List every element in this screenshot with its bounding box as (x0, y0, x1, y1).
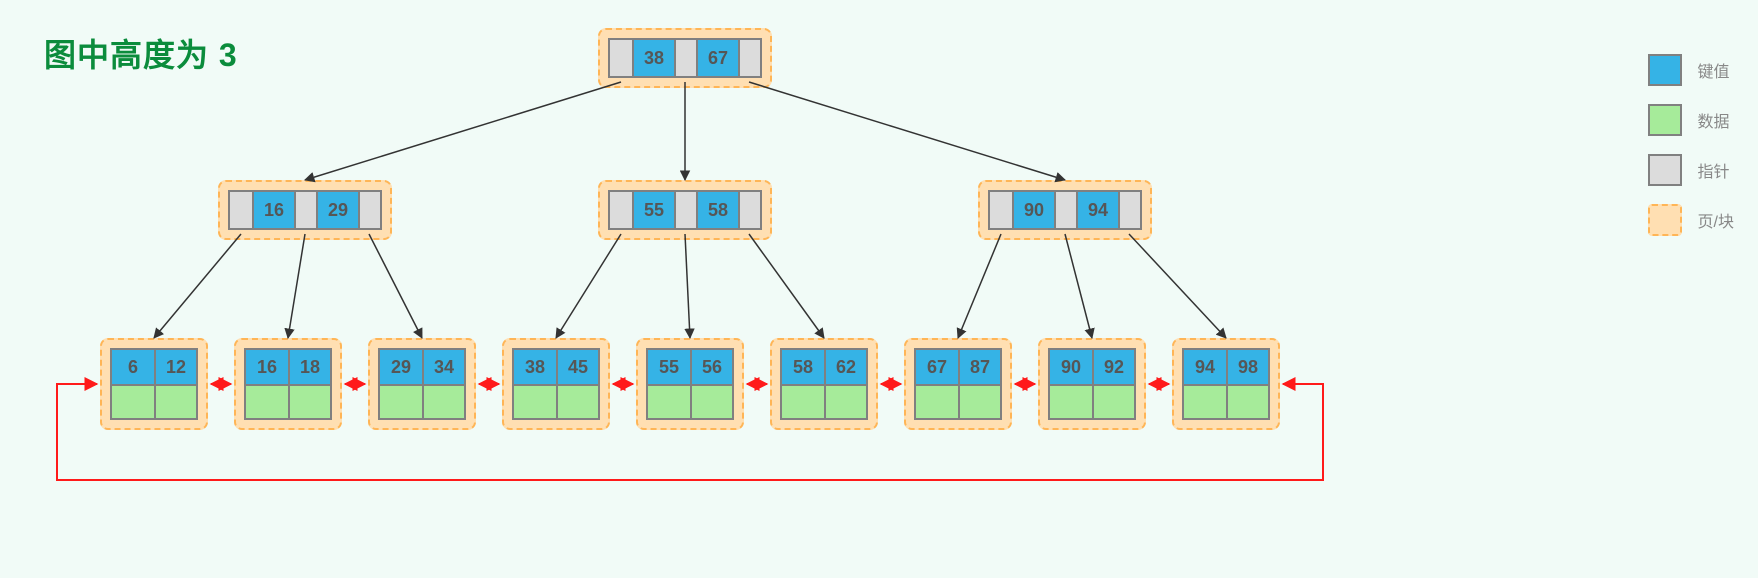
legend-swatch-page (1648, 204, 1682, 236)
pointer-cell (1054, 192, 1076, 228)
key-cell: 90 (1012, 192, 1054, 228)
leaf-node: 1618 (234, 338, 342, 430)
data-cell (556, 384, 598, 418)
internal-node: 90 94 (978, 180, 1152, 240)
key-cell: 67 (696, 40, 738, 76)
leaf-node: 9092 (1038, 338, 1146, 430)
legend-label: 指针 (1698, 158, 1730, 182)
key-cell: 29 (316, 192, 358, 228)
legend-item: 指针 (1648, 154, 1734, 186)
diagram-title: 图中高度为 3 (44, 30, 238, 76)
data-cell (782, 384, 824, 418)
key-cell: 34 (422, 350, 464, 384)
leaf-node: 5556 (636, 338, 744, 430)
data-cell (246, 384, 288, 418)
key-cell: 55 (648, 350, 690, 384)
pointer-cell (1118, 192, 1140, 228)
key-cell: 98 (1226, 350, 1268, 384)
legend-label: 页/块 (1698, 208, 1734, 232)
key-cell: 18 (288, 350, 330, 384)
key-cell: 56 (690, 350, 732, 384)
data-cell (1050, 384, 1092, 418)
key-cell: 92 (1092, 350, 1134, 384)
data-cell (690, 384, 732, 418)
key-cell: 45 (556, 350, 598, 384)
data-cell (154, 384, 196, 418)
data-cell (916, 384, 958, 418)
legend-swatch-data (1648, 104, 1682, 136)
leaf-node: 5862 (770, 338, 878, 430)
key-cell: 38 (514, 350, 556, 384)
leaf-node: 3845 (502, 338, 610, 430)
pointer-cell (358, 192, 380, 228)
leaf-node: 9498 (1172, 338, 1280, 430)
pointer-cell (610, 40, 632, 76)
pointer-cell (674, 40, 696, 76)
data-cell (112, 384, 154, 418)
pointer-cell (990, 192, 1012, 228)
legend-item: 键值 (1648, 54, 1734, 86)
key-cell: 16 (246, 350, 288, 384)
data-cell (380, 384, 422, 418)
key-cell: 62 (824, 350, 866, 384)
key-cell: 12 (154, 350, 196, 384)
key-cell: 90 (1050, 350, 1092, 384)
pointer-cell (230, 192, 252, 228)
legend: 键值 数据 指针 页/块 (1648, 54, 1734, 254)
pointer-cell (738, 192, 760, 228)
internal-node: 16 29 (218, 180, 392, 240)
data-cell (1092, 384, 1134, 418)
data-cell (422, 384, 464, 418)
legend-label: 键值 (1698, 58, 1730, 82)
pointer-cell (674, 192, 696, 228)
key-cell: 6 (112, 350, 154, 384)
pointer-cell (294, 192, 316, 228)
leaf-node: 612 (100, 338, 208, 430)
legend-swatch-key (1648, 54, 1682, 86)
legend-label: 数据 (1698, 108, 1730, 132)
key-cell: 67 (916, 350, 958, 384)
edge-overlay (0, 0, 1758, 578)
data-cell (958, 384, 1000, 418)
legend-item: 页/块 (1648, 204, 1734, 236)
diagram-canvas: 图中高度为 3 38 67 16 29 55 58 (0, 0, 1758, 578)
data-cell (288, 384, 330, 418)
legend-swatch-pointer (1648, 154, 1682, 186)
key-cell: 58 (696, 192, 738, 228)
key-cell: 94 (1184, 350, 1226, 384)
data-cell (1184, 384, 1226, 418)
key-cell: 16 (252, 192, 294, 228)
key-cell: 55 (632, 192, 674, 228)
key-cell: 38 (632, 40, 674, 76)
key-cell: 87 (958, 350, 1000, 384)
data-cell (824, 384, 866, 418)
pointer-cell (738, 40, 760, 76)
key-cell: 58 (782, 350, 824, 384)
legend-item: 数据 (1648, 104, 1734, 136)
key-cell: 29 (380, 350, 422, 384)
pointer-cell (610, 192, 632, 228)
root-node: 38 67 (598, 28, 772, 88)
leaf-node: 2934 (368, 338, 476, 430)
leaf-node: 6787 (904, 338, 1012, 430)
internal-node: 55 58 (598, 180, 772, 240)
data-cell (648, 384, 690, 418)
key-cell: 94 (1076, 192, 1118, 228)
data-cell (514, 384, 556, 418)
data-cell (1226, 384, 1268, 418)
